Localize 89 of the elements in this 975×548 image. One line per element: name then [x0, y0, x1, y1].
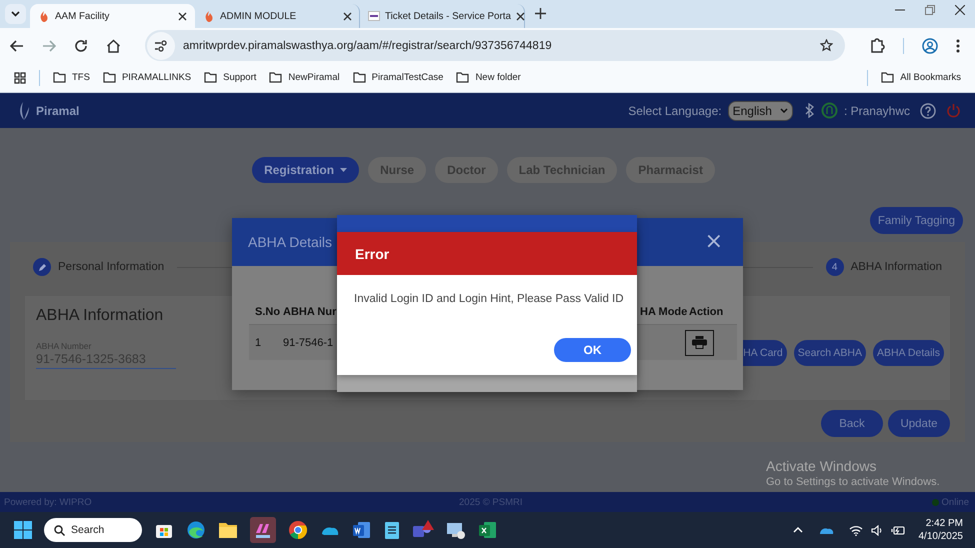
all-bookmarks-link[interactable]: All Bookmarks	[900, 72, 961, 83]
ok-button[interactable]: OK	[554, 338, 631, 362]
clock-time[interactable]: 2:42 PM	[926, 517, 963, 530]
windows-start-icon[interactable]	[14, 521, 32, 539]
document-icon[interactable]	[352, 520, 372, 540]
role-tab[interactable]: Registration	[252, 157, 360, 183]
browser-tab[interactable]: AAM Facility	[30, 4, 195, 28]
activation-hint: Go to Settings to activate Windows.	[766, 476, 940, 488]
user-name: : Pranayhwc	[844, 104, 910, 118]
close-icon[interactable]	[955, 5, 965, 15]
plus-icon[interactable]	[535, 8, 546, 19]
chrome-browser-icon[interactable]	[288, 520, 308, 540]
edge-browser-icon[interactable]	[186, 520, 206, 540]
folder-icon	[456, 72, 470, 83]
restore-icon[interactable]	[925, 5, 935, 15]
column-header: S.No	[254, 306, 282, 318]
apps-grid-icon[interactable]	[14, 72, 26, 84]
leaf-logo-icon	[18, 100, 30, 120]
bookmark-link[interactable]: PIRAMALLINKS	[122, 72, 192, 83]
puzzle-icon[interactable]	[869, 38, 885, 54]
folder-icon[interactable]	[218, 521, 238, 539]
family-tagging-button[interactable]: Family Tagging	[870, 207, 963, 234]
bookmark-link[interactable]: NewPiramal	[288, 72, 340, 83]
search-icon	[54, 524, 65, 536]
help-icon[interactable]	[920, 102, 936, 118]
flame-icon	[203, 10, 215, 22]
colorful-app-icon[interactable]	[250, 517, 276, 543]
error-message: Invalid Login ID and Login Hint, Please Pass Valid ID	[354, 293, 625, 305]
reload-icon[interactable]	[74, 38, 88, 52]
more-icon[interactable]	[956, 38, 960, 52]
bookmark-link[interactable]: Support	[223, 72, 256, 83]
flame-icon	[38, 10, 50, 22]
status-dot-icon	[932, 498, 939, 506]
step-label: Personal Information	[58, 261, 164, 273]
column-header: ABHA Nur	[283, 306, 336, 318]
printer-icon	[692, 336, 707, 349]
folder-icon	[352, 72, 366, 83]
activation-title: Activate Windows	[766, 458, 878, 474]
monitor-icon[interactable]	[446, 520, 466, 540]
table-cell: 91-7546-1	[283, 336, 334, 348]
tune-icon[interactable]	[154, 40, 168, 52]
language-select[interactable]: English	[728, 100, 793, 120]
bookmark-link[interactable]: New folder	[475, 72, 521, 83]
step-number: 4	[826, 258, 844, 276]
chevron-up-icon[interactable]	[792, 527, 802, 533]
folder-icon	[53, 72, 66, 83]
chevron-down-icon	[780, 108, 788, 113]
site-icon	[368, 11, 380, 21]
clock-date[interactable]: 4/10/2025	[918, 530, 963, 543]
folder-icon	[269, 72, 282, 83]
column-header: Action	[689, 306, 724, 318]
dialog-title: ABHA Details	[248, 234, 332, 250]
bookmark-link[interactable]: TFS	[72, 72, 90, 83]
step-label: ABHA Information	[850, 261, 942, 273]
table-cell-text: 1	[254, 336, 262, 348]
speaker-icon[interactable]	[870, 524, 882, 536]
star-icon[interactable]	[820, 39, 833, 52]
abha-action-button[interactable]: Search ABHA	[794, 340, 866, 366]
column-header: HA Mode	[640, 306, 688, 318]
folder-icon	[204, 72, 218, 83]
chevron-down-icon[interactable]	[11, 11, 20, 17]
app-logo-text: Piramal	[36, 104, 80, 118]
back-icon[interactable]	[10, 40, 24, 52]
close-button[interactable]: ×	[704, 231, 723, 253]
folder-icon	[102, 72, 116, 83]
status-ring-icon	[820, 102, 838, 119]
chat-app-icon[interactable]	[412, 520, 434, 540]
spreadsheet-icon[interactable]	[478, 520, 498, 540]
nav-button[interactable]: Back	[821, 410, 883, 437]
close-icon[interactable]	[343, 12, 352, 20]
notepad-icon[interactable]	[384, 520, 400, 540]
error-title: Error	[355, 246, 390, 262]
section-title: ABHA Information	[36, 307, 164, 325]
abha-action-button[interactable]: ABHA Details	[872, 340, 944, 366]
abha-action-button[interactable]: HA Card	[741, 340, 787, 366]
wifi-icon[interactable]	[848, 524, 862, 536]
print-button[interactable]	[685, 330, 714, 356]
nav-button[interactable]: Update	[888, 410, 950, 437]
bookmark-link[interactable]: PiramalTestCase	[372, 72, 444, 83]
home-icon[interactable]	[106, 38, 121, 52]
bluetooth-icon[interactable]	[804, 103, 815, 118]
folder-icon	[881, 72, 894, 83]
close-icon[interactable]	[516, 12, 525, 20]
close-icon[interactable]	[178, 12, 187, 20]
battery-icon[interactable]	[890, 524, 904, 536]
search-button[interactable]: Search	[44, 518, 142, 542]
caret-icon	[340, 168, 348, 172]
language-label: Select Language:	[628, 104, 722, 118]
profile-icon[interactable]	[922, 38, 938, 54]
